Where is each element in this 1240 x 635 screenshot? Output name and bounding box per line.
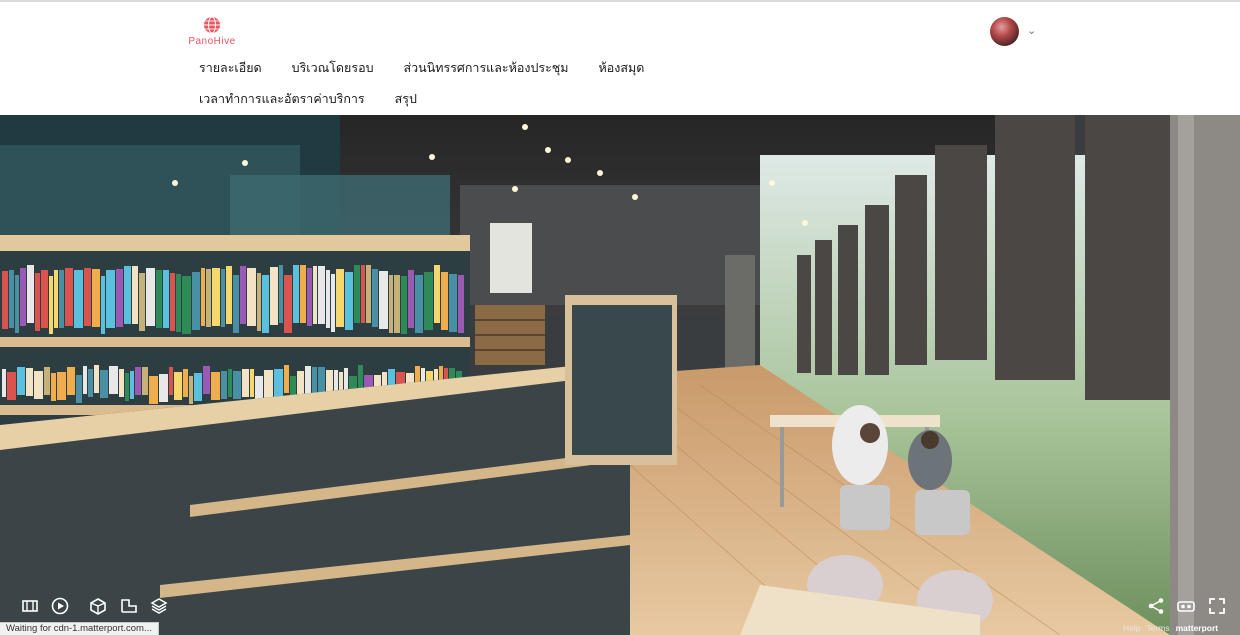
chevron-down-icon[interactable]: ⌄	[1027, 24, 1036, 37]
nav-item-exhibition[interactable]: ส่วนนิทรรศการและห้องประชุม	[404, 58, 569, 78]
floor-icon[interactable]	[119, 596, 139, 616]
floorplan-icon[interactable]	[20, 596, 40, 616]
play-icon[interactable]	[50, 596, 70, 616]
user-avatar[interactable]	[990, 17, 1019, 46]
nav-item-summary[interactable]: สรุป	[395, 89, 417, 109]
dollhouse-icon[interactable]	[88, 596, 108, 616]
terms-link[interactable]: Terms	[1146, 623, 1169, 633]
nav-item-library[interactable]: ห้องสมุด	[599, 58, 645, 78]
panohive-logo[interactable]: PanoHive	[186, 16, 238, 47]
panorama-viewer[interactable]	[0, 115, 1240, 635]
nav-row-2: เวลาทำการและอัตราค่าบริการ สรุป	[199, 83, 819, 114]
nav-item-details[interactable]: รายละเอียด	[199, 58, 262, 78]
library-panorama-image	[0, 115, 1240, 635]
fullscreen-icon[interactable]	[1207, 596, 1227, 616]
browser-status-bar: Waiting for cdn-1.matterport.com...	[0, 622, 159, 635]
vr-headset-icon[interactable]	[1176, 596, 1196, 616]
logo-text: PanoHive	[188, 36, 236, 47]
nav-row-1: รายละเอียด บริเวณโดยรอบ ส่วนนิทรรศการและ…	[199, 52, 819, 83]
nav-item-surroundings[interactable]: บริเวณโดยรอบ	[292, 58, 374, 78]
nav-item-hours-pricing[interactable]: เวลาทำการและอัตราค่าบริการ	[199, 89, 365, 109]
globe-logo-icon	[204, 16, 220, 34]
help-link[interactable]: Help	[1123, 623, 1140, 633]
layers-icon[interactable]	[149, 596, 169, 616]
matterport-brand[interactable]: matterport	[1176, 623, 1219, 633]
viewer-footer-links: Help Terms matterport	[1123, 623, 1218, 633]
main-nav: รายละเอียด บริเวณโดยรอบ ส่วนนิทรรศการและ…	[199, 52, 819, 114]
share-icon[interactable]	[1146, 596, 1166, 616]
site-header: PanoHive รายละเอียด บริเวณโดยรอบ ส่วนนิท…	[0, 2, 1240, 115]
